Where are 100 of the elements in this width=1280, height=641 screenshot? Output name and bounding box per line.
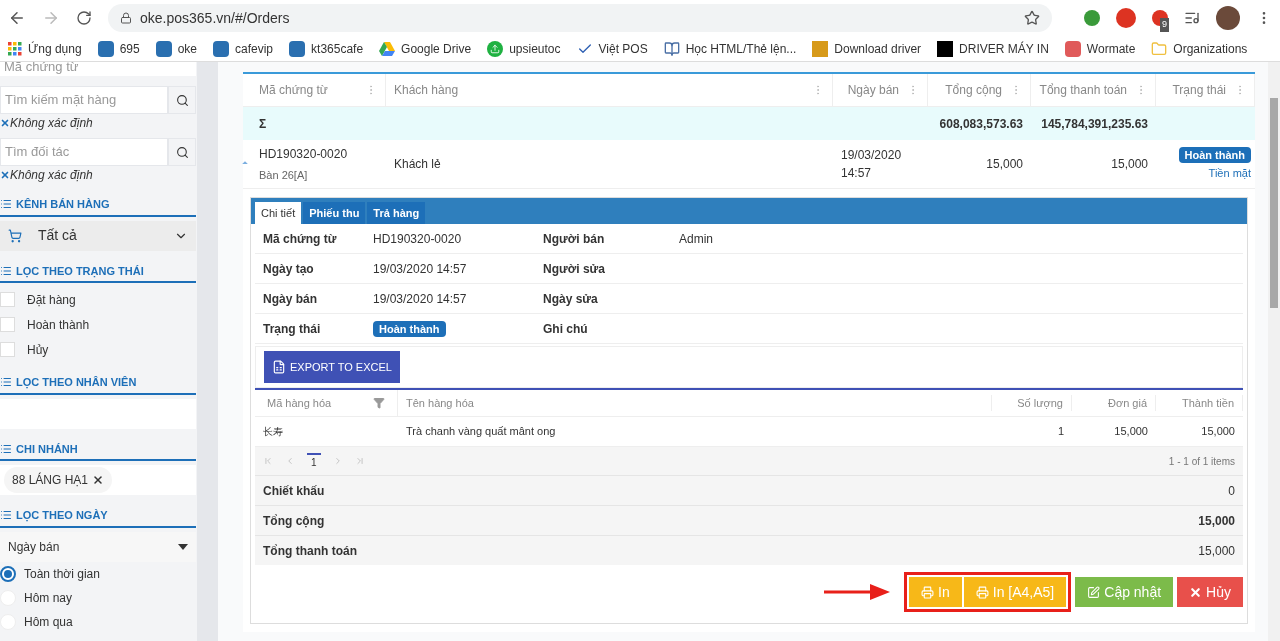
sum-value: 145,784,391,235.63 [1040,115,1149,133]
field-value: 19/03/2020 14:57 [373,260,468,278]
column-header[interactable]: Thành tiền [1156,394,1243,412]
staff-field[interactable] [0,398,196,429]
field-label: Ngày bán [263,290,318,308]
radio-label: Toàn thời gian [24,565,100,583]
time-cell-text: 14:57 [841,165,873,182]
search-field[interactable]: Tìm đối tác [0,138,168,166]
pos-logo-icon [155,40,172,57]
avatar[interactable] [1216,6,1240,30]
bookmark[interactable]: Wormate [1086,39,1136,58]
scrollbar-thumb[interactable] [1270,98,1278,308]
bookmark[interactable]: Học HTML/Thẻ lện... [685,39,797,58]
lock-icon [120,12,132,24]
field-label: Ghi chú [543,320,589,338]
media-icon[interactable] [1184,10,1200,26]
stop-sign-icon[interactable] [1116,8,1136,28]
edit-icon [1087,585,1101,599]
checkbox-label: Hủy [27,341,49,359]
remove-icon[interactable] [92,474,105,486]
bookmark[interactable]: Organizations [1173,39,1248,58]
page-number[interactable]: 1 [307,452,321,470]
star-icon[interactable] [1024,10,1040,26]
channel-dropdown[interactable]: Tất cả [0,220,196,251]
item-code: 长寿 [262,425,284,439]
order-code[interactable]: HD190320-0020 [259,144,378,163]
tab[interactable]: Phiếu thu [303,202,366,224]
field-label: Ngày sửa [543,290,599,308]
apps-grid-icon [8,41,22,56]
list-icon [0,509,12,522]
bookmark[interactable]: upsieutoc [509,39,561,58]
filter-tag: Không xác định [10,166,93,184]
customer-cell-text: Khách lẻ [393,156,442,173]
tab[interactable]: Chi tiết [255,202,302,224]
tab[interactable]: Trả hàng [367,202,426,224]
bookmark[interactable]: Ứng dụng [28,39,82,58]
expander-icon[interactable] [242,161,248,167]
filter-icon[interactable] [373,397,385,409]
square-logo-icon [937,40,954,57]
list-icon [0,264,12,277]
address-bar[interactable]: oke.pos365.vn/#/Orders [108,4,1052,32]
search-button[interactable] [168,138,196,166]
bookmark[interactable]: kt365cafe [311,39,364,58]
field-label: Trạng thái [263,320,322,338]
game-logo-icon [1064,40,1081,57]
column-header[interactable]: Tổng cộng [945,81,1002,99]
column-header[interactable]: Tên hàng hóa [398,394,992,412]
column-header[interactable]: Trạng thái [1172,81,1226,99]
column-header[interactable]: Tổng thanh toán [1039,81,1127,99]
list-icon [0,198,12,211]
excel-icon [272,360,286,374]
total-value: 15,000 [1198,512,1235,530]
checkbox-label: Hoàn thành [27,316,90,334]
date-dropdown[interactable]: Ngày bán [0,531,196,562]
book-icon [663,40,680,57]
section-title: CHI NHÁNH [16,441,78,457]
cart-icon [8,228,22,243]
status-badge: Hoàn thành [1178,146,1251,163]
bookmark[interactable]: Việt POS [598,39,648,58]
total-value: 0 [1228,482,1235,500]
first-page-icon[interactable] [263,456,273,466]
back-icon[interactable] [8,9,26,27]
field-value: Admin [679,230,714,248]
bookmark[interactable]: Google Drive [401,39,472,58]
bookmark[interactable]: 695 [119,39,140,58]
column-header[interactable]: Đơn giá [1072,394,1156,412]
radio-button[interactable] [0,565,16,582]
checkbox[interactable] [0,342,15,357]
action-button[interactable]: Hủy [1177,577,1243,607]
caret-icon [178,543,188,550]
column-header[interactable]: Số lượng [992,394,1072,412]
checkbox[interactable] [0,292,15,307]
triangle-logo-icon [379,41,396,56]
column-header[interactable]: Mã chứng từ [259,81,328,99]
field-label: Mã chứng từ [263,230,338,248]
search-field[interactable]: Tìm kiếm mặt hàng [0,86,168,114]
section-title: LỌC THEO NHÂN VIÊN [16,375,137,391]
doc-field[interactable]: Mã chứng từ [0,62,196,76]
bookmark[interactable]: oke [177,39,197,58]
reload-icon[interactable] [76,10,92,26]
column-header[interactable]: Ngày bán [847,81,899,99]
checkbox-label: Đặt hàng [27,291,76,309]
export-excel-button[interactable]: EXPORT TO EXCEL [264,351,400,383]
close-icon [1189,585,1203,599]
last-page-icon[interactable] [354,456,365,466]
bookmark[interactable]: DRIVER MÁY IN [959,39,1049,58]
bookmark[interactable]: Download driver [834,39,922,58]
search-button[interactable] [168,86,196,114]
section-title: LỌC THEO TRẠNG THÁI [16,263,144,279]
printer-icon [921,585,935,599]
sum-value: 608,083,573.63 [938,115,1024,133]
previous-page-icon[interactable] [285,456,295,466]
forward-icon[interactable] [42,9,60,27]
extension-icon[interactable] [1084,10,1100,26]
column-header[interactable]: Khách hàng [394,81,459,99]
total-label: Chiết khấu [263,482,325,500]
total-value: 15,000 [1198,542,1235,560]
column-header[interactable]: Mã hàng hóa [267,394,332,412]
checkbox[interactable] [0,317,15,332]
bookmark[interactable]: cafevip [235,39,274,58]
